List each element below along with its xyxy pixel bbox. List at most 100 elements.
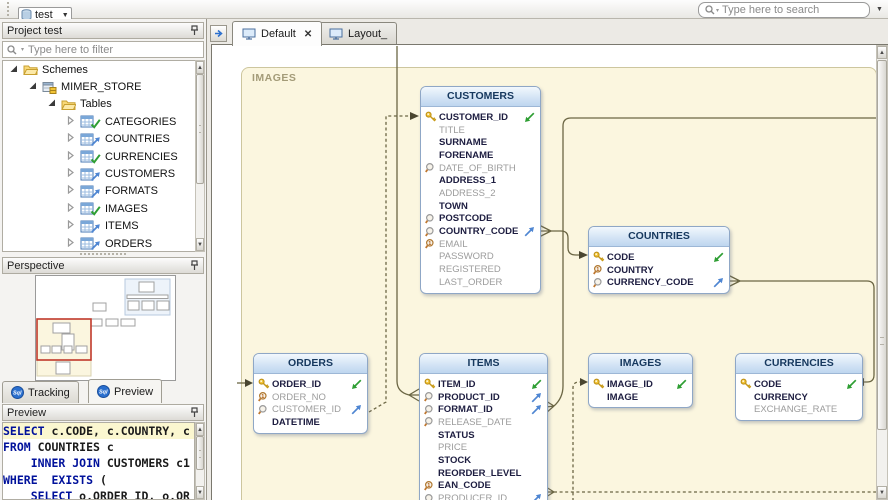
- column-release_date[interactable]: RELEASE_DATE: [424, 416, 542, 429]
- tree-item-countries[interactable]: COUNTRIES: [3, 131, 195, 148]
- schema-icon: [42, 81, 57, 94]
- column-producer_id[interactable]: PRODUCER_ID: [424, 492, 542, 500]
- tree-scrollbar[interactable]: ▲ ▼: [195, 60, 205, 252]
- toolbar-grip[interactable]: [7, 2, 13, 16]
- pin-icon[interactable]: [190, 25, 199, 36]
- search-icon: [705, 5, 715, 15]
- column-status[interactable]: STATUS: [424, 429, 542, 442]
- expand-toggle-icon[interactable]: [64, 115, 76, 128]
- column-customer_id[interactable]: CUSTOMER_ID: [258, 403, 362, 416]
- tree-item-currencies[interactable]: CURRENCIES: [3, 148, 195, 165]
- entity-images[interactable]: IMAGES IMAGE_ID IMAGE: [588, 353, 693, 409]
- entity-title[interactable]: COUNTRIES: [589, 227, 729, 247]
- restore-pane-button[interactable]: [210, 25, 227, 42]
- column-country_code[interactable]: COUNTRY_CODE: [425, 225, 535, 238]
- column-order_no[interactable]: 1 ORDER_NO: [258, 391, 362, 404]
- entity-countries[interactable]: COUNTRIES CODE 1 COUNTRY CURRENCY_CODE: [588, 226, 730, 295]
- tab-default[interactable]: Default ✕: [232, 21, 323, 46]
- pin-icon[interactable]: [190, 260, 199, 271]
- column-title[interactable]: TITLE: [425, 124, 535, 137]
- tree-item-mimer_store[interactable]: MIMER_STORE: [3, 78, 195, 95]
- entity-title[interactable]: ITEMS: [420, 354, 547, 374]
- entity-title[interactable]: CURRENCIES: [736, 354, 862, 374]
- entity-title[interactable]: CUSTOMERS: [421, 87, 540, 107]
- filter-placeholder: Type here to filter: [28, 43, 114, 56]
- entity-title[interactable]: IMAGES: [589, 354, 692, 374]
- collapse-toggle-icon[interactable]: [45, 98, 57, 110]
- column-item_id[interactable]: ITEM_ID: [424, 378, 542, 391]
- expand-toggle-icon[interactable]: [64, 167, 76, 180]
- entity-orders[interactable]: ORDERS ORDER_ID 1 ORDER_NO CUSTOMER_ID DATETI…: [253, 353, 368, 434]
- tree-item-categories[interactable]: CATEGORIES: [3, 113, 195, 130]
- column-date_of_birth[interactable]: DATE_OF_BIRTH: [425, 162, 535, 175]
- sql-icon: Sql: [97, 385, 110, 398]
- column-format_id[interactable]: FORMAT_ID: [424, 403, 542, 416]
- column-stock[interactable]: STOCK: [424, 454, 542, 467]
- check-badge-icon: [90, 118, 101, 130]
- sql-scrollbar[interactable]: ▲ ▼: [195, 422, 205, 500]
- diagram-frame-images[interactable]: IMAGES: [241, 67, 877, 500]
- diagram-canvas[interactable]: IMAGES CUSTOMERS CUSTOMER_ID TITLE SURNA…: [211, 44, 888, 500]
- canvas-scrollbar[interactable]: ▲ ▼: [876, 45, 888, 500]
- diagram-tab-bar: Default ✕ Layout_: [207, 19, 888, 46]
- column-address_2[interactable]: ADDRESS_2: [425, 187, 535, 200]
- column-password[interactable]: PASSWORD: [425, 251, 535, 264]
- column-exchange_rate[interactable]: EXCHANGE_RATE: [740, 403, 857, 416]
- column-code[interactable]: CODE: [593, 251, 724, 264]
- expand-toggle-icon[interactable]: [64, 150, 76, 163]
- search-dropdown-button[interactable]: ▼: [873, 3, 886, 16]
- column-currency[interactable]: CURRENCY: [740, 391, 857, 404]
- column-customer_id[interactable]: CUSTOMER_ID: [425, 111, 535, 124]
- column-registered[interactable]: REGISTERED: [425, 263, 535, 276]
- column-forename[interactable]: FORENAME: [425, 149, 535, 162]
- entity-currencies[interactable]: CURRENCIES CODE CURRENCY EXCHANGE_RATE: [735, 353, 863, 422]
- close-tab-icon[interactable]: ✕: [304, 29, 312, 40]
- column-ean_code[interactable]: 1 EAN_CODE: [424, 480, 542, 493]
- column-image_id[interactable]: IMAGE_ID: [593, 378, 687, 391]
- column-reorder_level[interactable]: REORDER_LEVEL: [424, 467, 542, 480]
- tree-item-customers[interactable]: CUSTOMERS: [3, 165, 195, 182]
- tree-item-images[interactable]: IMAGES: [3, 200, 195, 217]
- column-price[interactable]: PRICE: [424, 441, 542, 454]
- tree-item-formats[interactable]: FORMATS: [3, 183, 195, 200]
- tree-item-label: COUNTRIES: [105, 133, 170, 146]
- entity-title[interactable]: ORDERS: [254, 354, 367, 374]
- sql-preview-pane[interactable]: SELECT c.CODE, c.COUNTRY, c FROM COUNTRIE…: [2, 422, 195, 500]
- column-product_id[interactable]: PRODUCT_ID: [424, 391, 542, 404]
- expand-toggle-icon[interactable]: [64, 133, 76, 145]
- column-order_id[interactable]: ORDER_ID: [258, 378, 362, 391]
- tab-layout[interactable]: Layout_: [319, 22, 398, 45]
- monitor-icon: [329, 28, 343, 40]
- entity-items[interactable]: ITEMS ITEM_ID PRODUCT_ID FORMAT_ID RELEASE_D…: [419, 353, 548, 500]
- tab-default-label: Default: [261, 28, 296, 40]
- collapse-toggle-icon[interactable]: [26, 81, 38, 93]
- tab-preview[interactable]: Sql Preview: [88, 379, 163, 403]
- tree-filter-input[interactable]: ▾ Type here to filter: [2, 41, 204, 58]
- expand-toggle-icon[interactable]: [64, 219, 76, 232]
- tree-item-schemes[interactable]: Schemes: [3, 61, 195, 78]
- search-input[interactable]: ▾ Type here to search: [698, 2, 870, 18]
- entity-customers[interactable]: CUSTOMERS CUSTOMER_ID TITLE SURNAME FORENAME…: [420, 86, 541, 294]
- expand-toggle-icon[interactable]: [64, 202, 76, 215]
- tree-item-tables[interactable]: Tables: [3, 96, 195, 113]
- pin-icon[interactable]: [190, 407, 199, 418]
- column-datetime[interactable]: DATETIME: [258, 416, 362, 429]
- column-address_1[interactable]: ADDRESS_1: [425, 174, 535, 187]
- collapse-toggle-icon[interactable]: [7, 64, 19, 76]
- column-surname[interactable]: SURNAME: [425, 136, 535, 149]
- column-name: CODE: [607, 251, 635, 263]
- tab-tracking[interactable]: Sql Tracking: [2, 381, 79, 403]
- column-image[interactable]: IMAGE: [593, 391, 687, 404]
- column-country[interactable]: 1 COUNTRY: [593, 264, 724, 277]
- expand-toggle-icon[interactable]: [64, 237, 76, 250]
- tree-item-orders[interactable]: ORDERS: [3, 235, 195, 251]
- expand-toggle-icon[interactable]: [64, 185, 76, 197]
- column-postcode[interactable]: POSTCODE: [425, 213, 535, 226]
- column-last_order[interactable]: LAST_ORDER: [425, 276, 535, 289]
- column-email[interactable]: 1 EMAIL: [425, 238, 535, 251]
- column-code[interactable]: CODE: [740, 378, 857, 391]
- diagram-minimap[interactable]: [35, 275, 176, 381]
- tree-item-items[interactable]: ITEMS: [3, 218, 195, 235]
- column-town[interactable]: TOWN: [425, 200, 535, 213]
- column-currency_code[interactable]: CURRENCY_CODE: [593, 276, 724, 289]
